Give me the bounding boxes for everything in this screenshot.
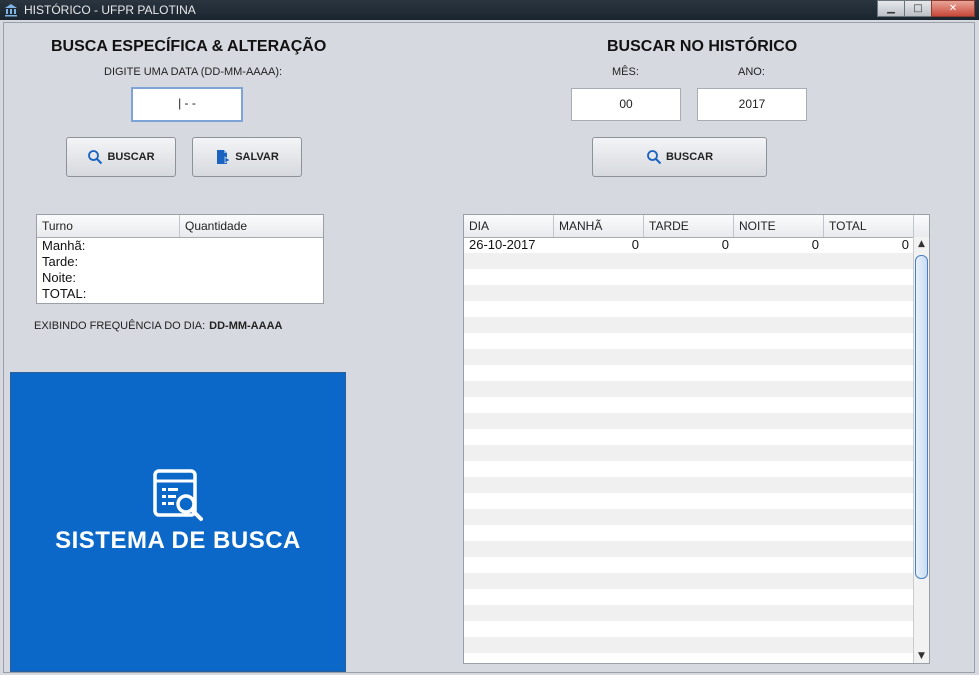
maximize-button[interactable]: □	[904, 0, 932, 17]
column-header-tarde[interactable]: TARDE	[644, 215, 734, 237]
empty-table-row	[464, 525, 914, 541]
empty-table-row	[464, 253, 914, 269]
shift-row-afternoon[interactable]: Tarde:	[37, 254, 323, 270]
frequency-caption: EXIBINDO FREQUÊNCIA DO DIA: DD-MM-AAAA	[34, 320, 282, 332]
scroll-down-arrow-icon[interactable]: ▼	[914, 649, 929, 663]
close-button[interactable]: ✕	[931, 0, 975, 17]
empty-table-row	[464, 605, 914, 621]
empty-table-row	[464, 365, 914, 381]
search-history-button-label: BUSCAR	[665, 151, 714, 163]
save-button[interactable]: SALVAR	[192, 137, 302, 177]
date-input[interactable]: | - -	[131, 87, 243, 122]
empty-table-row	[464, 621, 914, 637]
empty-table-row	[464, 589, 914, 605]
empty-table-row	[464, 317, 914, 333]
empty-table-row	[464, 413, 914, 429]
scrollbar-thumb[interactable]	[915, 255, 928, 579]
vertical-scrollbar[interactable]: ▲ ▼	[913, 237, 929, 663]
month-input[interactable]: 00	[571, 88, 681, 121]
window-title: HISTÓRICO - UFPR PALOTINA	[24, 3, 196, 17]
cell-total: 0	[901, 237, 909, 252]
empty-table-row	[464, 381, 914, 397]
empty-table-row	[464, 397, 914, 413]
frequency-date: DD-MM-AAAA	[209, 320, 283, 332]
bank-icon	[5, 4, 17, 17]
empty-table-row	[464, 269, 914, 285]
empty-table-row	[464, 509, 914, 525]
table-row[interactable]: 26-10-2017 0 0 0 0	[464, 237, 914, 253]
empty-table-row	[464, 477, 914, 493]
column-header-turno[interactable]: Turno	[37, 215, 180, 237]
cell-dia: 26-10-2017	[469, 237, 536, 252]
cell-tarde: 0	[721, 237, 729, 252]
empty-table-row	[464, 285, 914, 301]
empty-table-row	[464, 429, 914, 445]
year-input[interactable]: 2017	[697, 88, 807, 121]
banner-title: SISTEMA DE BUSCA	[55, 527, 301, 554]
empty-table-row	[464, 541, 914, 557]
column-header-dia[interactable]: DIA	[464, 215, 554, 237]
history-table-body: 26-10-2017 0 0 0 0	[464, 237, 914, 653]
search-date-button[interactable]: BUSCAR	[66, 137, 176, 177]
empty-table-row	[464, 493, 914, 509]
header-corner	[914, 215, 929, 237]
date-label: DIGITE UMA DATA (DD-MM-AAAA):	[104, 66, 283, 78]
shift-row-morning[interactable]: Manhã:	[37, 238, 323, 254]
search-document-icon	[153, 469, 203, 521]
empty-table-row	[464, 573, 914, 589]
save-document-icon	[217, 150, 231, 164]
year-label: ANO:	[738, 66, 765, 78]
empty-table-row	[464, 461, 914, 477]
search-date-button-label: BUSCAR	[107, 151, 155, 163]
column-header-quantidade[interactable]: Quantidade	[180, 215, 323, 237]
column-header-noite[interactable]: NOITE	[734, 215, 824, 237]
history-search-heading: BUSCAR NO HISTÓRICO	[607, 38, 798, 55]
content-panel: BUSCA ESPECÍFICA & ALTERAÇÃO DIGITE UMA …	[3, 22, 975, 673]
magnifier-icon	[647, 150, 662, 165]
shift-row-total[interactable]: TOTAL:	[37, 286, 323, 302]
frequency-label: EXIBINDO FREQUÊNCIA DO DIA:	[34, 320, 206, 332]
minimize-button[interactable]: ▁	[877, 0, 905, 17]
empty-table-row	[464, 349, 914, 365]
save-button-label: SALVAR	[235, 151, 279, 163]
history-table: DIA MANHÃ TARDE NOITE TOTAL 26-10-2017 0…	[463, 214, 930, 664]
empty-table-row	[464, 445, 914, 461]
cell-manha: 0	[631, 237, 639, 252]
column-header-manha[interactable]: MANHÃ	[554, 215, 644, 237]
empty-table-row	[464, 637, 914, 653]
column-header-total[interactable]: TOTAL	[824, 215, 914, 237]
cell-noite: 0	[811, 237, 819, 252]
main-window: HISTÓRICO - UFPR PALOTINA ▁ □ ✕ BUSCA ES…	[0, 0, 979, 675]
month-label: MÊS:	[612, 66, 639, 78]
magnifier-icon	[88, 150, 103, 165]
empty-table-row	[464, 333, 914, 349]
search-history-button[interactable]: BUSCAR	[592, 137, 767, 177]
search-system-banner: SISTEMA DE BUSCA	[10, 372, 346, 672]
scroll-up-arrow-icon[interactable]: ▲	[914, 237, 929, 251]
history-table-header: DIA MANHÃ TARDE NOITE TOTAL	[464, 215, 929, 238]
shift-table: Turno Quantidade Manhã: Tarde: Noite: TO…	[36, 214, 324, 304]
empty-table-row	[464, 301, 914, 317]
empty-table-row	[464, 557, 914, 573]
specific-search-heading: BUSCA ESPECÍFICA & ALTERAÇÃO	[51, 38, 327, 55]
shift-row-night[interactable]: Noite:	[37, 270, 323, 286]
title-bar[interactable]: HISTÓRICO - UFPR PALOTINA ▁ □ ✕	[0, 0, 979, 20]
shift-table-header: Turno Quantidade	[37, 215, 323, 238]
